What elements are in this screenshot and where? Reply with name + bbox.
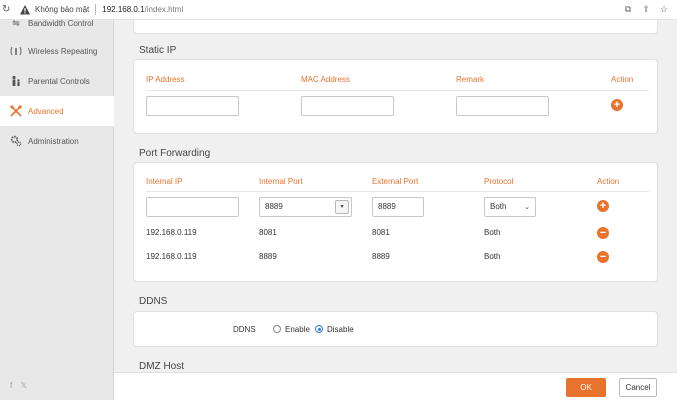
gear-icon (10, 135, 22, 147)
delete-row-button[interactable]: − (597, 251, 609, 263)
tools-icon (10, 105, 22, 117)
col-remark: Remark (456, 75, 485, 84)
share-icon[interactable]: ⇪ (641, 4, 651, 14)
sidebar-item-advanced[interactable]: Advanced (0, 96, 114, 126)
divider (146, 191, 649, 192)
sidebar-item-wireless-repeating[interactable]: Wireless Repeating (0, 36, 114, 66)
internal-port-value: 8889 (265, 202, 283, 211)
parental-icon (10, 75, 22, 87)
dropdown-arrow-icon[interactable]: ▾ (335, 200, 349, 214)
ok-button[interactable]: OK (566, 378, 606, 397)
col-action: Action (611, 75, 634, 84)
sidebar-item-label: Administration (28, 136, 79, 146)
add-port-forward-button[interactable]: + (597, 200, 609, 212)
col-mac-address: MAC Address (301, 75, 350, 84)
col-protocol: Protocol (484, 177, 514, 186)
ddns-enable-radio[interactable] (273, 325, 281, 333)
remark-input[interactable] (456, 96, 549, 116)
col-internal-ip: Internal IP (146, 177, 183, 186)
row-protocol: Both (484, 252, 501, 261)
mac-address-input[interactable] (301, 96, 394, 116)
row-external-port: 8081 (372, 228, 390, 237)
ddns-label: DDNS (233, 325, 256, 334)
sidebar-item-label: Parental Controls (28, 76, 90, 86)
ddns-disable-label[interactable]: Disable (327, 325, 354, 334)
ip-address-input[interactable] (146, 96, 239, 116)
sidebar-item-label: Bandwidth Control (28, 18, 94, 28)
port-forwarding-title: Port Forwarding (139, 148, 211, 159)
row-internal-ip: 192.168.0.119 (146, 228, 197, 237)
protocol-select[interactable]: Both ⌄ (484, 197, 536, 217)
sidebar-item-administration[interactable]: Administration (0, 126, 114, 156)
ddns-disable-radio[interactable] (315, 325, 323, 333)
translate-icon[interactable]: ⧉ (623, 4, 633, 14)
col-action: Action (597, 177, 620, 186)
url-path: /index.html (144, 5, 184, 14)
divider (146, 90, 649, 91)
row-protocol: Both (484, 228, 501, 237)
add-static-ip-button[interactable]: + (611, 99, 623, 111)
delete-row-button[interactable]: − (597, 227, 609, 239)
browser-actions: ⧉ ⇪ ☆ (623, 4, 669, 14)
row-external-port: 8889 (372, 252, 390, 261)
internal-ip-input[interactable] (146, 197, 239, 217)
port-forwarding-card: Internal IP Internal Port External Port … (133, 162, 658, 282)
col-external-port: External Port (372, 177, 419, 186)
sidebar-item-parental-controls[interactable]: Parental Controls (0, 66, 114, 96)
sidebar-item-bandwidth-control[interactable]: ⇋ Bandwidth Control (0, 8, 114, 38)
footer-bar: OK Cancel (114, 372, 677, 400)
main-content: Static IP IP Address MAC Address Remark … (114, 20, 677, 400)
sidebar-item-label: Wireless Repeating (28, 46, 98, 56)
url-text[interactable]: 192.168.0.1/index.html (102, 5, 183, 14)
ddns-title: DDNS (139, 296, 168, 307)
external-port-input[interactable]: 8889 (372, 197, 424, 217)
row-internal-port: 8889 (259, 252, 277, 261)
internal-port-select[interactable]: 8889 ▾ (259, 197, 352, 217)
sidebar-item-label: Advanced (28, 106, 64, 116)
col-ip-address: IP Address (146, 75, 185, 84)
dmz-host-title: DMZ Host (139, 361, 184, 372)
cancel-button[interactable]: Cancel (619, 378, 657, 397)
row-internal-ip: 192.168.0.119 (146, 252, 197, 261)
ddns-card: DDNS Enable Disable (133, 311, 658, 347)
chevron-down-icon: ⌄ (524, 204, 530, 211)
previous-section-card (133, 20, 658, 34)
col-internal-port: Internal Port (259, 177, 303, 186)
star-icon[interactable]: ☆ (659, 4, 669, 14)
row-internal-port: 8081 (259, 228, 277, 237)
sidebar: ⇋ Bandwidth Control Wireless Repeating P… (0, 18, 114, 400)
bandwidth-icon: ⇋ (12, 17, 20, 28)
wireless-icon (10, 45, 22, 57)
static-ip-title: Static IP (139, 45, 177, 56)
protocol-value: Both (490, 202, 507, 211)
social-links[interactable]: f 𝕏 (10, 381, 30, 390)
static-ip-card: IP Address MAC Address Remark Action + (133, 59, 658, 134)
ddns-enable-label[interactable]: Enable (285, 325, 310, 334)
